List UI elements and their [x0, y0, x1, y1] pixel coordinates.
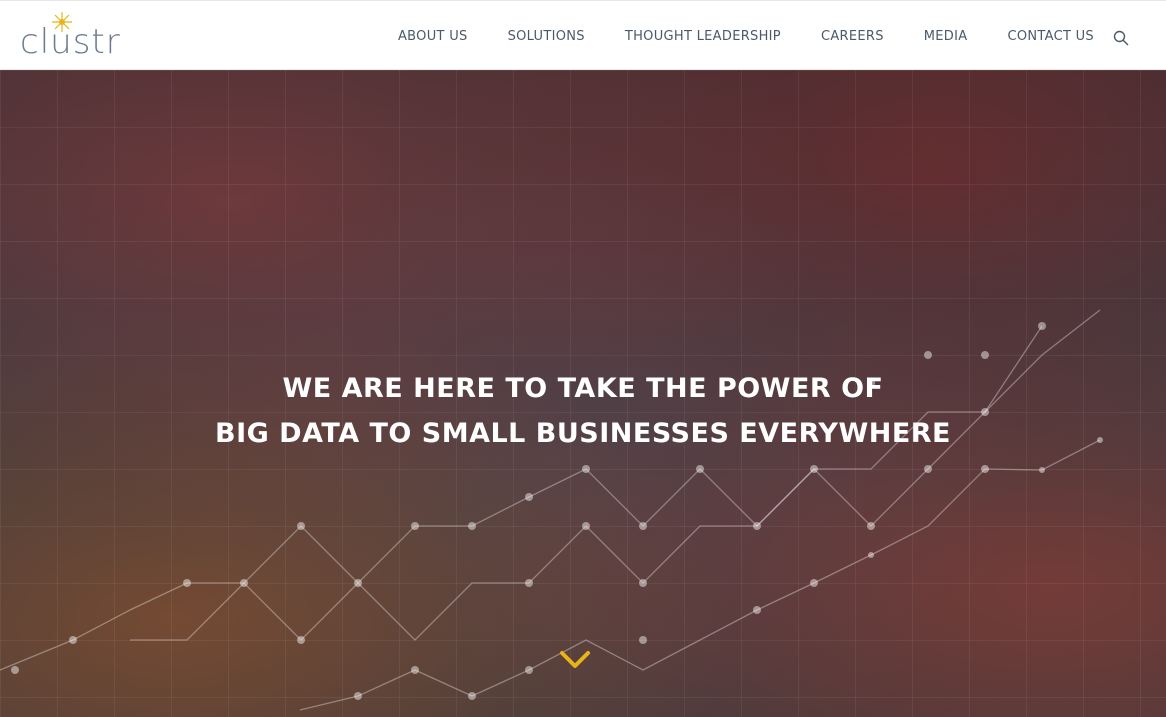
- site-header: clustr ABOUT US SOLUTIONS THOUGHT LEADER…: [0, 0, 1166, 70]
- nav-media[interactable]: MEDIA: [924, 29, 968, 44]
- main-nav: ABOUT US SOLUTIONS THOUGHT LEADERSHIP CA…: [398, 1, 1094, 71]
- chevron-down-icon[interactable]: [559, 650, 591, 670]
- search-icon[interactable]: [1113, 30, 1129, 46]
- hero-headline-line-1: WE ARE HERE TO TAKE THE POWER OF: [282, 373, 884, 404]
- logo-text: clustr: [20, 22, 121, 62]
- hero-section: WE ARE HERE TO TAKE THE POWER OF BIG DAT…: [0, 70, 1166, 717]
- nav-careers[interactable]: CAREERS: [821, 29, 884, 44]
- nav-thought-leadership[interactable]: THOUGHT LEADERSHIP: [625, 29, 781, 44]
- nav-about-us[interactable]: ABOUT US: [398, 29, 468, 44]
- nav-contact-us[interactable]: CONTACT US: [1007, 29, 1094, 44]
- nav-solutions[interactable]: SOLUTIONS: [508, 29, 585, 44]
- hero-headline-line-2: BIG DATA TO SMALL BUSINESSES EVERYWHERE: [214, 418, 951, 449]
- hero-headline: WE ARE HERE TO TAKE THE POWER OF BIG DAT…: [0, 366, 1166, 456]
- clustr-logo[interactable]: clustr: [20, 11, 130, 61]
